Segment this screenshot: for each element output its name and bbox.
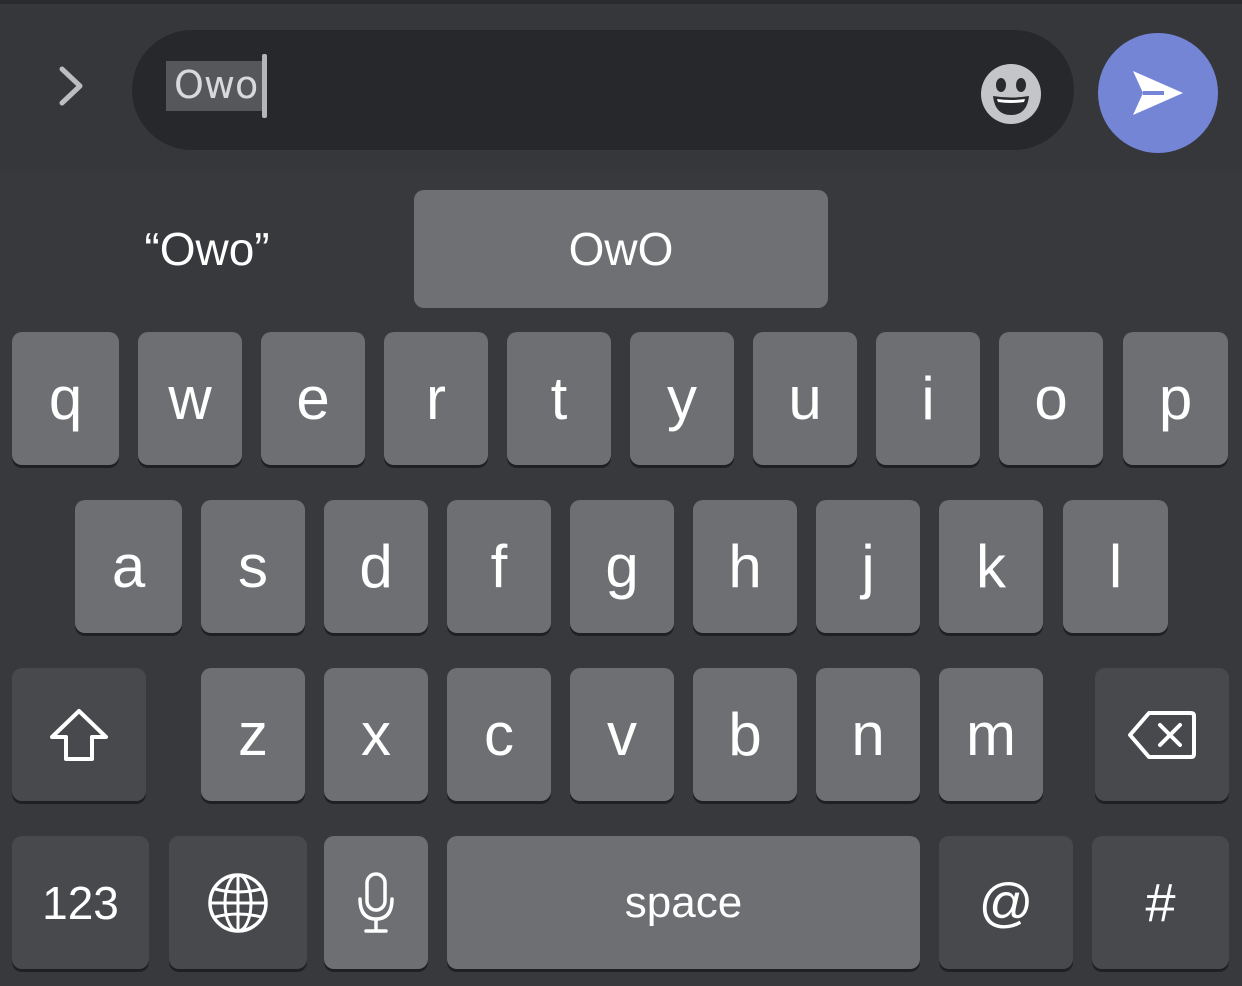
key-s[interactable]: s [201, 500, 305, 633]
chevron-right-icon [59, 66, 83, 106]
key-p[interactable]: p [1123, 332, 1228, 465]
key-label: s [238, 532, 268, 600]
suggestion-literal-label: “Owo” [144, 223, 270, 275]
key-i[interactable]: i [876, 332, 980, 465]
numbers-key[interactable]: 123 [12, 836, 149, 969]
suggestion-primary-label: OwO [568, 223, 674, 275]
smiley-icon [981, 64, 1041, 124]
key-u[interactable]: u [753, 332, 857, 465]
message-input-text[interactable]: Owo [166, 52, 268, 120]
send-arrow-icon [1133, 71, 1183, 115]
key-label: f [490, 532, 508, 600]
key-label: k [976, 532, 1006, 600]
key-label: p [1158, 364, 1193, 432]
suggestion-third[interactable] [888, 190, 1182, 308]
key-label: o [1034, 364, 1068, 432]
key-label: q [48, 364, 83, 432]
key-m[interactable]: m [939, 668, 1043, 801]
key-label: z [238, 700, 268, 768]
key-d[interactable]: d [324, 500, 428, 633]
key-q[interactable]: q [12, 332, 119, 465]
key-y[interactable]: y [630, 332, 734, 465]
key-label: u [788, 364, 822, 432]
key-label: d [359, 532, 393, 600]
key-c[interactable]: c [447, 668, 551, 801]
emoji-button[interactable] [980, 63, 1042, 125]
on-screen-keyboard: “Owo” OwO q w e r t y u i o p a s d f g … [0, 172, 1242, 986]
microphone-icon [358, 871, 394, 933]
key-w[interactable]: w [138, 332, 242, 465]
key-label: j [861, 532, 875, 600]
send-button[interactable] [1098, 33, 1218, 153]
key-j[interactable]: j [816, 500, 920, 633]
key-label: a [111, 532, 146, 600]
message-input[interactable] [132, 30, 1074, 150]
key-label: b [728, 700, 762, 768]
key-label: t [550, 364, 568, 432]
key-label: i [921, 364, 935, 432]
delete-key[interactable] [1095, 668, 1229, 801]
message-composer: Owo [0, 4, 1242, 172]
key-x[interactable]: x [324, 668, 428, 801]
key-label: w [168, 364, 212, 432]
text-caret [262, 54, 268, 118]
key-z[interactable]: z [201, 668, 305, 801]
key-g[interactable]: g [570, 500, 674, 633]
key-h[interactable]: h [693, 500, 797, 633]
key-label: r [426, 364, 446, 432]
globe-key[interactable] [169, 836, 307, 969]
key-a[interactable]: a [75, 500, 182, 633]
key-label: g [605, 532, 639, 600]
key-label: x [361, 700, 391, 768]
key-label: n [851, 700, 885, 768]
key-label: e [296, 364, 330, 432]
hash-key[interactable]: # [1092, 836, 1229, 969]
backspace-icon [1128, 710, 1196, 759]
suggestion-literal[interactable]: “Owo” [60, 190, 354, 308]
key-label: v [607, 700, 637, 768]
expand-button[interactable] [40, 56, 100, 116]
key-l[interactable]: l [1063, 500, 1168, 633]
numbers-key-label: 123 [42, 876, 119, 929]
key-label: h [728, 532, 762, 600]
key-r[interactable]: r [384, 332, 488, 465]
key-n[interactable]: n [816, 668, 920, 801]
shift-arrow-icon [50, 708, 108, 761]
key-o[interactable]: o [999, 332, 1103, 465]
key-label: l [1108, 532, 1123, 600]
key-v[interactable]: v [570, 668, 674, 801]
at-key[interactable]: @ [939, 836, 1073, 969]
key-e[interactable]: e [261, 332, 365, 465]
hash-key-label: # [1145, 872, 1176, 933]
selected-text: Owo [166, 61, 263, 111]
key-label: y [667, 364, 697, 432]
key-t[interactable]: t [507, 332, 611, 465]
key-k[interactable]: k [939, 500, 1043, 633]
key-label: m [966, 700, 1016, 768]
key-f[interactable]: f [447, 500, 551, 633]
key-b[interactable]: b [693, 668, 797, 801]
key-label: c [484, 700, 514, 768]
at-key-label: @ [978, 872, 1034, 933]
suggestion-primary[interactable]: OwO [414, 190, 828, 308]
microphone-key[interactable] [324, 836, 428, 969]
shift-key[interactable] [12, 668, 146, 801]
space-key-label: space [624, 877, 743, 927]
globe-icon [208, 872, 268, 933]
space-key[interactable]: space [447, 836, 920, 969]
